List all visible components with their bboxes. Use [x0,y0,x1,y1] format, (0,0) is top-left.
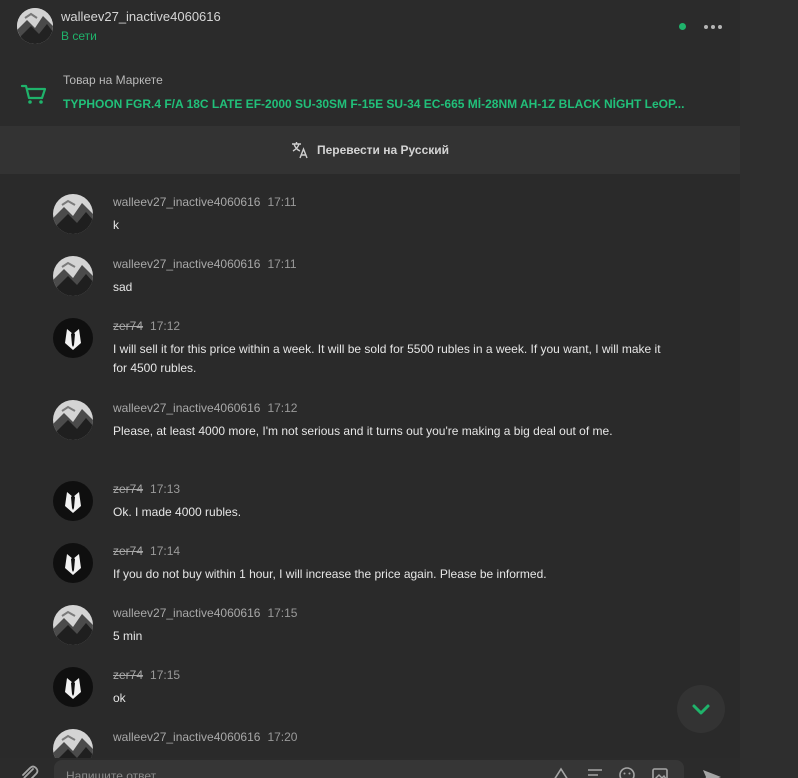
message-time: 17:13 [150,482,181,496]
message-text: Please, at least 4000 more, I'm not seri… [113,424,613,438]
emoji-icon[interactable] [618,766,636,778]
avatar[interactable] [53,194,93,234]
message-author[interactable]: walleev27_inactive4060616 [113,257,260,271]
send-icon[interactable] [701,766,723,778]
market-item-title[interactable]: TYPHOON FGR.4 F/A 18C LATE EF-2000 SU-30… [63,97,723,111]
sticker-icon[interactable] [552,766,570,778]
right-panel [740,0,798,778]
message-author[interactable]: walleev27_inactive4060616 [113,606,260,620]
message-meta: walleev27_inactive4060616 17:11 [113,195,297,209]
avatar[interactable] [53,605,93,645]
online-status: В сети [61,29,97,43]
scroll-to-bottom-button[interactable] [677,685,725,733]
message-meta: walleev27_inactive4060616 17:11 [113,257,297,271]
message-input-placeholder: Напишите ответ... [66,769,165,778]
message-time: 17:20 [267,730,298,744]
more-options-button[interactable] [700,17,726,37]
message-text: Ok. I made 4000 rubles. [113,505,242,519]
message-author[interactable]: zer74 [113,668,143,682]
message-meta: zer74 17:12 [113,319,180,333]
chat-window: walleev27_inactive4060616 В сети Товар н… [0,0,740,778]
cart-icon [20,84,47,104]
image-icon[interactable] [651,766,669,778]
message-author[interactable]: walleev27_inactive4060616 [113,401,260,415]
avatar[interactable] [17,8,53,44]
format-icon[interactable] [586,766,604,778]
avatar[interactable] [53,667,93,707]
message-meta: walleev27_inactive4060616 17:20 [113,730,297,744]
message-author[interactable]: walleev27_inactive4060616 [113,195,260,209]
message-author[interactable]: zer74 [113,482,143,496]
message-meta: zer74 17:14 [113,544,180,558]
translate-icon [291,142,308,159]
message-meta: zer74 17:13 [113,482,180,496]
online-indicator [679,23,686,30]
message-author[interactable]: zer74 [113,319,143,333]
market-label: Товар на Маркете [63,73,163,87]
avatar[interactable] [53,543,93,583]
message-author[interactable]: zer74 [113,544,143,558]
message-text: k [113,218,119,232]
more-horizontal-icon [704,25,708,29]
message-time: 17:15 [267,606,298,620]
message-time: 17:12 [150,319,181,333]
message-text: 5 min [113,629,143,643]
composer: Напишите ответ... [0,758,740,778]
chat-header: walleev27_inactive4060616 В сети [0,0,740,60]
avatar[interactable] [53,256,93,296]
message-text: I will sell it for this price within a w… [113,342,661,375]
message-time: 17:11 [267,257,297,271]
message-text: If you do not buy within 1 hour, I will … [113,567,547,581]
avatar[interactable] [53,481,93,521]
message-meta: walleev27_inactive4060616 17:15 [113,606,297,620]
message-author[interactable]: walleev27_inactive4060616 [113,730,260,744]
message-text: ok [113,691,126,705]
translate-button[interactable]: Перевести на Русский [0,126,740,174]
paperclip-icon[interactable] [18,763,40,778]
chevron-down-icon [692,704,710,715]
message-time: 17:14 [150,544,181,558]
message-text: sad [113,280,133,294]
message-meta: zer74 17:15 [113,668,180,682]
market-item-banner[interactable]: Товар на Маркете TYPHOON FGR.4 F/A 18C L… [0,60,740,126]
message-list[interactable]: walleev27_inactive4060616 17:11 k walleev27… [0,174,740,764]
chat-username[interactable]: walleev27_inactive4060616 [61,9,221,24]
message-time: 17:11 [267,195,297,209]
avatar-image [17,8,53,44]
message-time: 17:15 [150,668,181,682]
translate-label: Перевести на Русский [316,143,450,157]
message-meta: walleev27_inactive4060616 17:12 [113,401,297,415]
message-time: 17:12 [267,401,298,415]
avatar[interactable] [53,400,93,440]
avatar[interactable] [53,318,93,358]
